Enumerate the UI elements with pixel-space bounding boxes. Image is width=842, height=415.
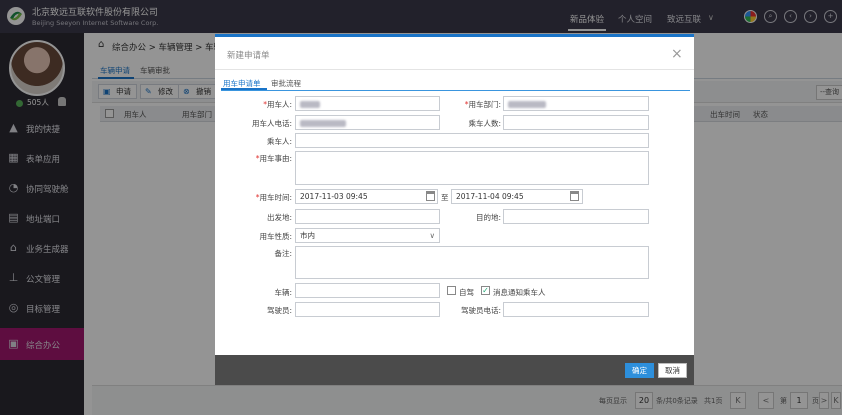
phone-label: 用车人电话:: [251, 119, 292, 128]
nature-value: 市内: [300, 231, 315, 240]
notify-label: 消息通知乘车人: [493, 288, 546, 297]
confirm-button[interactable]: 确定: [625, 363, 654, 378]
nature-label: 用车性质:: [259, 232, 292, 241]
calendar-icon[interactable]: [570, 191, 579, 201]
dept-label: *用车部门:: [464, 100, 501, 109]
calendar-icon[interactable]: [426, 191, 435, 201]
dialog-footer: 确定 取消: [215, 355, 694, 385]
riders-label: 乘车人数:: [468, 119, 501, 128]
vehicle-field[interactable]: [295, 283, 440, 298]
divider: [215, 69, 694, 70]
notify-checkbox[interactable]: ✓: [481, 286, 490, 295]
self-drive-label: 自驾: [459, 288, 474, 297]
end-time-value: 2017-11-04 09:45: [456, 192, 524, 201]
time-label: *用车时间:: [255, 193, 292, 202]
origin-label: 出发地:: [266, 213, 292, 222]
nature-select[interactable]: 市内 ∨: [295, 228, 440, 243]
driver-phone-field[interactable]: [503, 302, 649, 317]
cancel-button[interactable]: 取消: [658, 363, 687, 378]
start-time-field[interactable]: 2017-11-03 09:45: [295, 189, 438, 204]
redacted-text: [508, 100, 546, 108]
reason-textarea[interactable]: [295, 151, 649, 185]
passenger-field[interactable]: [295, 133, 649, 148]
to-label: 至: [441, 193, 449, 202]
user-field[interactable]: [295, 96, 440, 111]
dept-field[interactable]: [503, 96, 649, 111]
remark-textarea[interactable]: [295, 246, 649, 279]
required-marker: *: [263, 100, 267, 109]
required-marker: *: [255, 154, 260, 163]
close-icon[interactable]: ×: [671, 47, 683, 61]
destination-field[interactable]: [503, 209, 649, 224]
reason-label: *用车事由:: [255, 154, 292, 163]
new-application-dialog: 新建申请单 × 用车申请单 审批流程 *用车人: *用车部门: 用车人电话: 乘…: [215, 34, 694, 385]
driver-field[interactable]: [295, 302, 440, 317]
required-marker: *: [464, 100, 469, 109]
end-time-field[interactable]: 2017-11-04 09:45: [451, 189, 583, 204]
start-time-value: 2017-11-03 09:45: [300, 192, 368, 201]
passenger-label: 乘车人:: [266, 137, 292, 146]
vehicle-label: 车辆:: [274, 288, 292, 297]
riders-field[interactable]: [503, 115, 649, 130]
chevron-down-icon: ∨: [429, 231, 436, 240]
destination-label: 目的地:: [475, 213, 501, 222]
user-label: *用车人:: [263, 100, 292, 109]
dialog-title: 新建申请单: [227, 51, 270, 61]
redacted-text: [300, 100, 320, 108]
self-drive-checkbox[interactable]: [447, 286, 456, 295]
app-window: 北京致远互联软件股份有限公司 Beijing Seeyon Internet S…: [0, 0, 842, 415]
driver-phone-label: 驾驶员电话:: [460, 306, 501, 315]
redacted-text: [300, 119, 346, 127]
driver-label: 驾驶员:: [266, 306, 292, 315]
tab-approval-flow[interactable]: 审批流程: [271, 78, 301, 89]
phone-field[interactable]: [295, 115, 440, 130]
dialog-tabs: 用车申请单 审批流程: [221, 74, 690, 91]
tab-active-underline: [221, 88, 267, 90]
origin-field[interactable]: [295, 209, 440, 224]
required-marker: *: [255, 193, 260, 202]
remark-label: 备注:: [274, 249, 292, 258]
